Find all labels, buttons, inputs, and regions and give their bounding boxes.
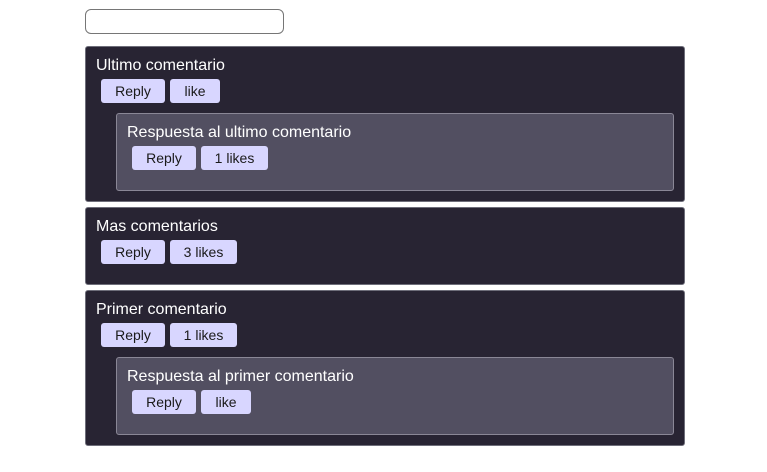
like-button[interactable]: like — [170, 79, 220, 103]
comment-text: Ultimo comentario — [96, 57, 225, 74]
reply-card: Respuesta al ultimo comentario Reply 1 l… — [116, 113, 674, 191]
like-button[interactable]: 1 likes — [170, 323, 237, 347]
comment-input[interactable] — [85, 9, 284, 34]
comments-page: Ultimo comentario Reply like Respuesta a… — [0, 0, 767, 472]
like-button[interactable]: like — [201, 390, 251, 414]
like-button[interactable]: 1 likes — [201, 146, 268, 170]
comment-text: Primer comentario — [96, 301, 227, 318]
comment-card: Ultimo comentario Reply like Respuesta a… — [85, 46, 685, 202]
reply-text: Respuesta al ultimo comentario — [127, 124, 352, 141]
reply-button[interactable]: Reply — [101, 240, 165, 264]
reply-button[interactable]: Reply — [132, 390, 196, 414]
reply-button[interactable]: Reply — [101, 79, 165, 103]
reply-button[interactable]: Reply — [101, 323, 165, 347]
reply-card: Respuesta al primer comentario Reply lik… — [116, 357, 674, 435]
reply-text: Respuesta al primer comentario — [127, 368, 354, 385]
comment-card: Mas comentarios Reply 3 likes — [85, 207, 685, 285]
comment-card: Primer comentario Reply 1 likes Respuest… — [85, 290, 685, 446]
reply-button[interactable]: Reply — [132, 146, 196, 170]
comment-text: Mas comentarios — [96, 218, 218, 235]
like-button[interactable]: 3 likes — [170, 240, 237, 264]
